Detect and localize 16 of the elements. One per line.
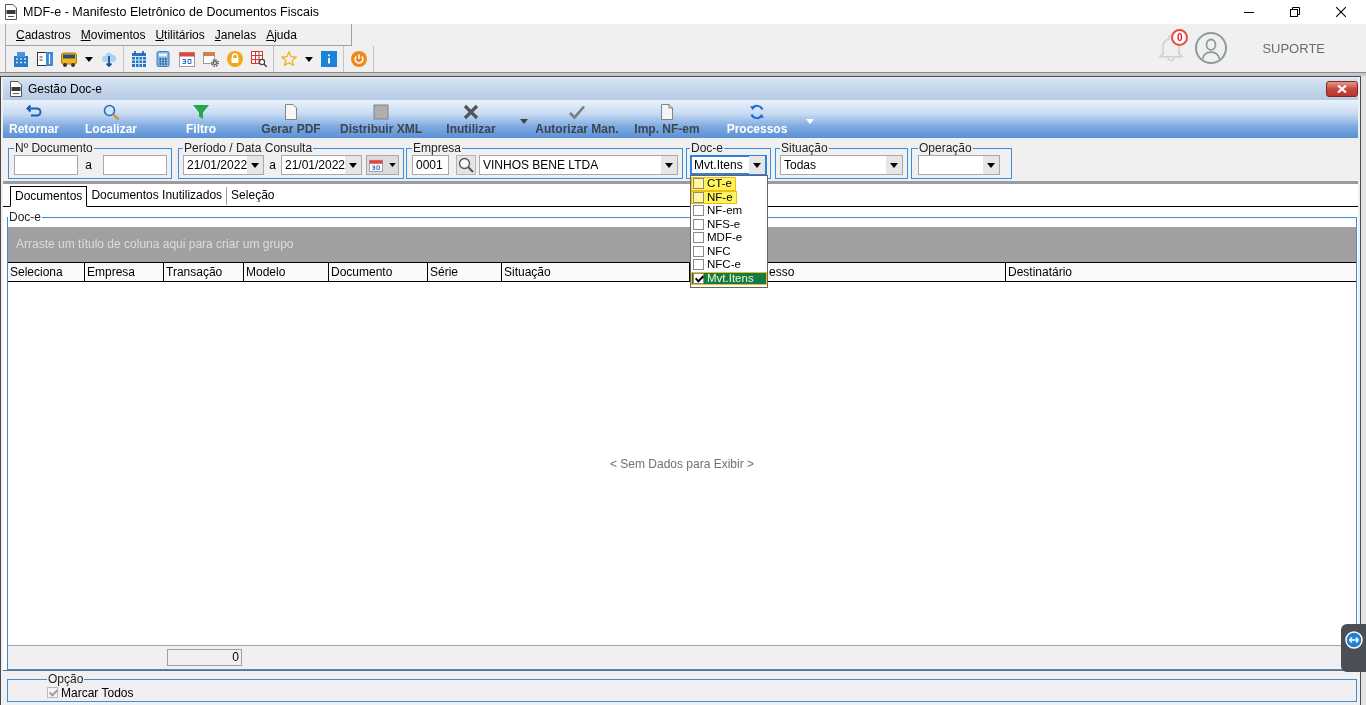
group-label: Doc-e bbox=[8, 210, 42, 224]
summary-field: 0 bbox=[167, 649, 242, 666]
group-label: Doc-e bbox=[690, 141, 724, 155]
group-label: Opção bbox=[47, 672, 85, 686]
group-label: Situação bbox=[780, 141, 829, 155]
range-separator: a bbox=[85, 158, 92, 172]
group-label: Período / Data Consulta bbox=[183, 141, 314, 155]
group-label: Empresa bbox=[412, 141, 463, 155]
group-label: Nº Documento bbox=[14, 141, 94, 155]
range-separator: a bbox=[269, 158, 276, 172]
child-window-title: Gestão Doc-e bbox=[28, 82, 103, 96]
group-label: Operação bbox=[918, 141, 973, 155]
user-name: SUPORTE bbox=[1262, 40, 1325, 56]
window-title: MDF-e - Manifesto Eletrônico de Documentos Fiscais bbox=[23, 5, 319, 19]
empty-message: < Sem Dados para Exibir > bbox=[609, 456, 755, 471]
notification-count: 0 bbox=[1171, 29, 1189, 46]
